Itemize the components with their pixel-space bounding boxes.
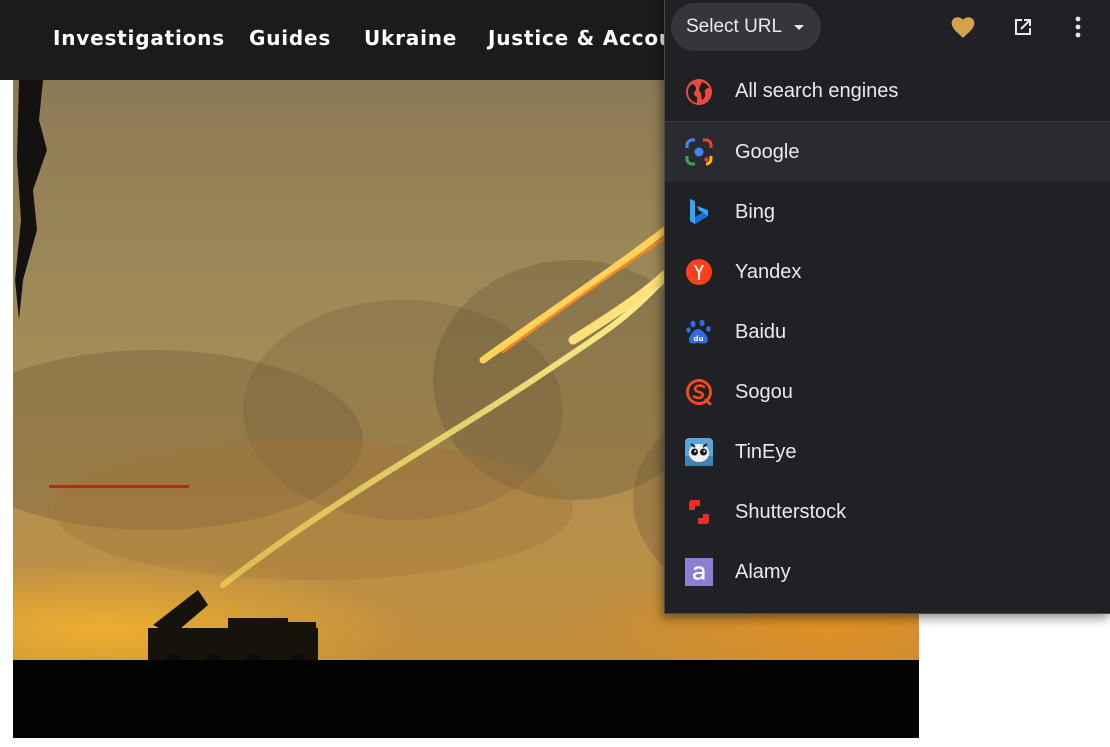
caret-down-icon <box>794 24 805 30</box>
globe-icon <box>685 78 713 106</box>
search-engine-menu: All search engines Google Bing Yandex du… <box>665 62 1110 602</box>
menu-item-label: All search engines <box>735 80 899 102</box>
menu-item-all-search-engines[interactable]: All search engines <box>665 62 1110 122</box>
select-url-dropdown[interactable]: Select URL <box>671 3 821 51</box>
menu-item-label: TinEye <box>735 440 797 463</box>
menu-item-bing[interactable]: Bing <box>665 182 1110 242</box>
shutterstock-icon <box>685 498 713 526</box>
search-engine-popup: Select URL All search engines Google Bin… <box>664 0 1110 614</box>
menu-item-alamy[interactable]: Alamy <box>665 542 1110 602</box>
menu-item-label: Bing <box>735 200 776 223</box>
open-in-new-icon[interactable] <box>1008 12 1038 42</box>
nav-link-investigations[interactable]: Investigations <box>53 26 225 50</box>
menu-item-tineye[interactable]: TinEye <box>665 422 1110 482</box>
nav-link-ukraine[interactable]: Ukraine <box>364 26 457 50</box>
sogou-icon <box>685 378 713 406</box>
menu-item-label: Shutterstock <box>735 500 847 523</box>
menu-item-yandex[interactable]: Yandex <box>665 242 1110 302</box>
menu-item-label: Baidu <box>735 320 787 343</box>
yandex-icon <box>685 258 713 286</box>
menu-item-label: Google <box>735 140 800 163</box>
menu-item-label: Alamy <box>735 560 791 583</box>
nav-link-guides[interactable]: Guides <box>249 26 331 50</box>
menu-item-label: Yandex <box>735 260 802 283</box>
svg-text:du: du <box>694 335 704 343</box>
nav-link-justice-accountability[interactable]: Justice & Accou <box>488 26 674 50</box>
popup-header: Select URL <box>665 0 1110 62</box>
google-lens-icon <box>685 138 713 166</box>
alamy-icon <box>685 558 713 586</box>
menu-item-label: Sogou <box>735 380 793 403</box>
tineye-icon <box>685 438 713 466</box>
bing-icon <box>685 198 713 226</box>
menu-item-sogou[interactable]: Sogou <box>665 362 1110 422</box>
menu-item-shutterstock[interactable]: Shutterstock <box>665 482 1110 542</box>
more-vert-icon[interactable] <box>1063 12 1093 42</box>
menu-item-google[interactable]: Google <box>665 122 1110 182</box>
select-url-label: Select URL <box>686 16 783 37</box>
heart-icon[interactable] <box>948 12 978 42</box>
menu-item-baidu[interactable]: du Baidu <box>665 302 1110 362</box>
baidu-icon: du <box>685 318 713 346</box>
